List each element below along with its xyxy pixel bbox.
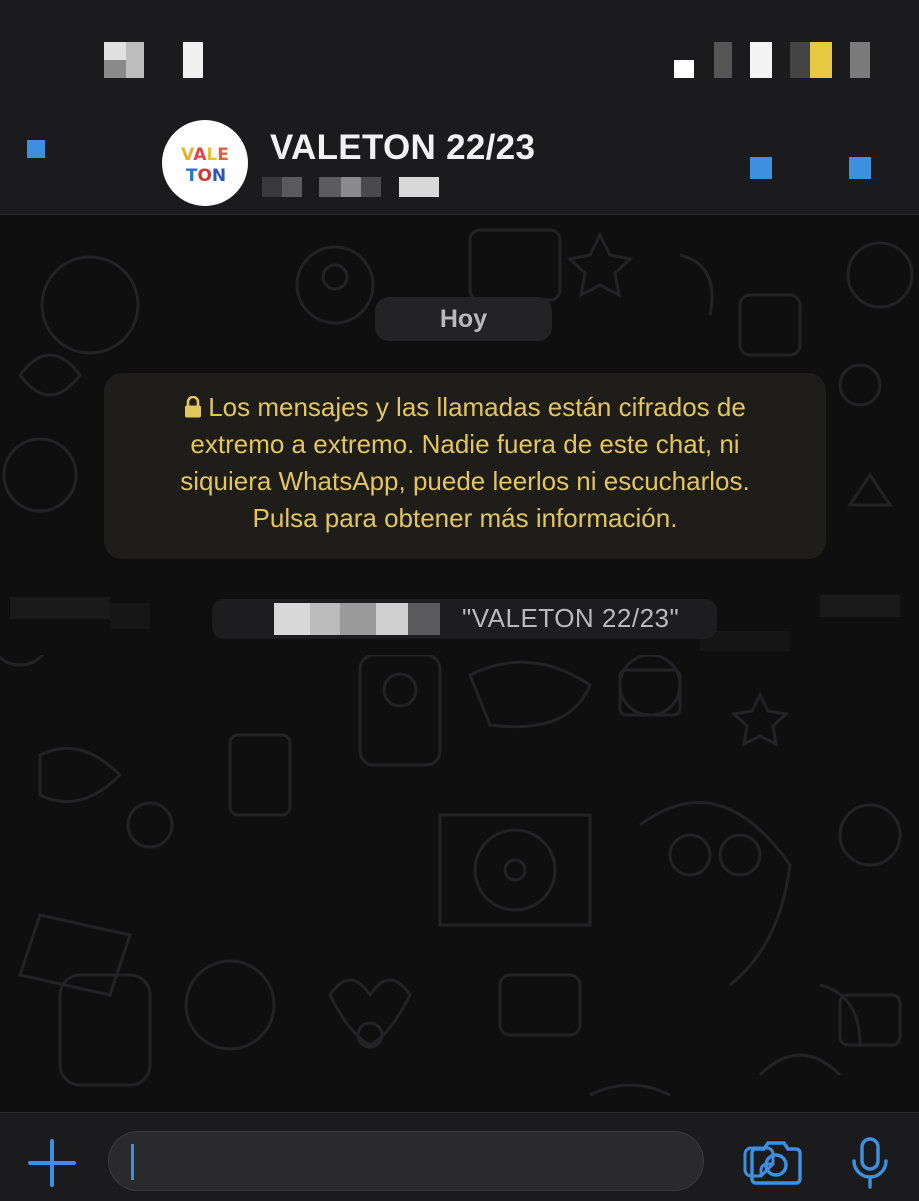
back-icon[interactable] <box>27 140 45 158</box>
message-composer <box>0 1112 919 1201</box>
redacted-block <box>820 595 900 617</box>
encryption-line-3: siquiera WhatsApp, puede leerlos ni escu… <box>180 466 750 496</box>
signal-icon-2 <box>714 42 732 78</box>
group-created-message: "VALETON 22/23" <box>0 585 919 655</box>
signal-icon <box>674 60 694 78</box>
battery-icon <box>790 42 810 78</box>
phone-icon[interactable] <box>849 157 871 179</box>
redacted-block <box>10 597 110 619</box>
encryption-line-4: Pulsa para obtener más información. <box>252 503 678 533</box>
redacted-author-name-4 <box>376 603 408 635</box>
avatar-text-bottom: TON <box>186 166 226 186</box>
chat-wallpaper <box>0 228 914 1097</box>
encryption-notice[interactable]: Los mensajes y las llamadas están cifrad… <box>104 373 826 559</box>
group-avatar[interactable]: VALE TON <box>162 120 248 206</box>
avatar-logo: VALE TON <box>181 145 229 186</box>
battery-level <box>810 42 832 78</box>
video-call-icon[interactable] <box>750 157 772 179</box>
date-separator: Hoy <box>375 297 552 341</box>
chat-header: VALE TON VALETON 22/23 <box>0 110 919 215</box>
status-time-redacted-4 <box>183 42 203 78</box>
wifi-icon <box>750 42 772 78</box>
avatar-text-top: VALE <box>181 145 229 165</box>
chat-title[interactable]: VALETON 22/23 <box>270 128 535 168</box>
encryption-line-2: extremo a extremo. Nadie fuera de este c… <box>190 429 740 459</box>
chat-area[interactable]: Hoy Los mensajes y las llamadas están ci… <box>0 215 919 1112</box>
redacted-author-name <box>274 603 310 635</box>
redacted-author-name-2 <box>310 603 340 635</box>
status-bar <box>0 0 919 110</box>
status-time-redacted-3 <box>104 60 126 78</box>
battery-cap <box>850 42 870 78</box>
message-input-box[interactable] <box>108 1131 775 1192</box>
status-time-redacted-2 <box>126 42 144 78</box>
group-name-text: "VALETON 22/23" <box>462 603 680 633</box>
encryption-line-1: Los mensajes y las llamadas están cifrad… <box>208 392 746 422</box>
redacted-block <box>110 603 150 629</box>
plus-icon[interactable] <box>24 1135 80 1191</box>
lock-icon <box>185 396 202 418</box>
redacted-author-name-5 <box>408 603 440 635</box>
camera-icon[interactable] <box>748 1139 804 1187</box>
redacted-author-name-3 <box>340 603 376 635</box>
text-caret <box>131 1144 134 1180</box>
encryption-notice-line-1: Los mensajes y las llamadas están cifrad… <box>122 389 808 426</box>
message-input[interactable] <box>135 1132 619 1192</box>
microphone-icon[interactable] <box>849 1135 891 1191</box>
